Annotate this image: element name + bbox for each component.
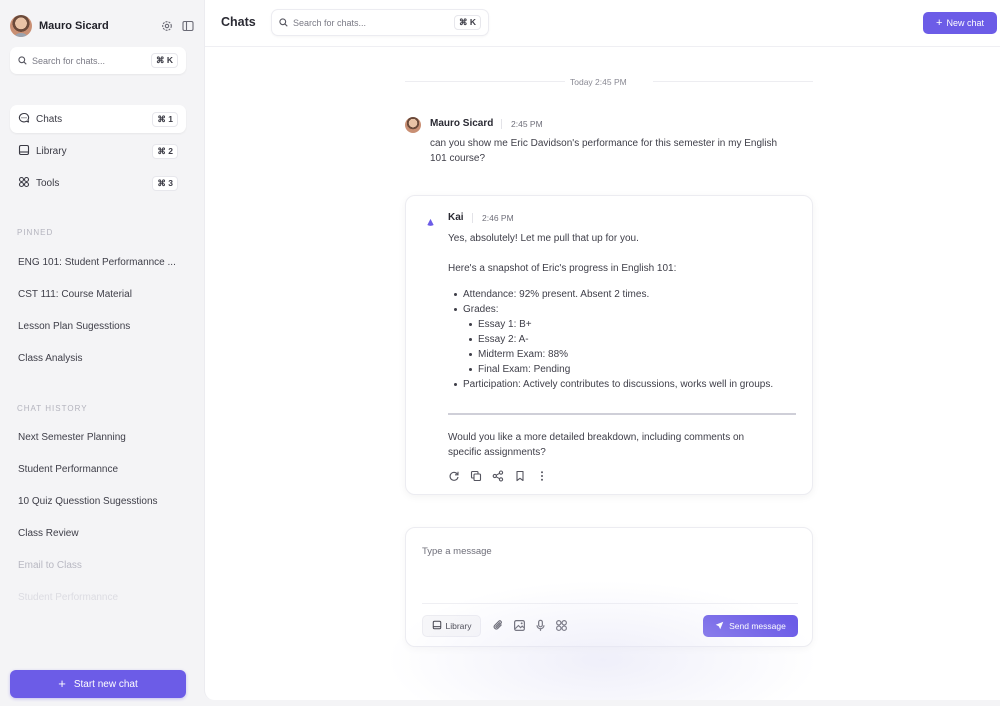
list-item: Essay 1: B+ (469, 319, 532, 330)
user-message-line: can you show me Eric Davidson's performa… (430, 138, 778, 149)
plus-icon: + (936, 16, 943, 29)
tools-grid-icon (18, 176, 30, 191)
main-panel: Chats Search for chats... ⌘ K + New chat… (204, 0, 1000, 700)
plus-icon: + (58, 676, 66, 691)
new-chat-label: New chat (946, 18, 984, 28)
list-item: Participation: Actively contributes to d… (453, 379, 774, 390)
microphone-icon[interactable] (534, 619, 547, 632)
send-message-button[interactable]: Send message (703, 615, 798, 637)
pinned-section-title: PINNED (17, 228, 54, 237)
message-actions (448, 469, 548, 482)
history-chat-item[interactable]: Email to Class (18, 560, 82, 571)
pinned-chat-item[interactable]: Lesson Plan Sugesstions (18, 321, 130, 332)
composer-divider (422, 603, 798, 604)
history-chat-item[interactable]: Student Performannce (18, 464, 118, 475)
library-icon (18, 144, 30, 159)
history-chat-item[interactable]: 10 Quiz Quesstion Sugesstions (18, 496, 158, 507)
assistant-message-time: 2:46 PM (472, 213, 514, 223)
chat-search-input[interactable]: Search for chats... ⌘ K (271, 9, 489, 36)
regenerate-icon[interactable] (448, 469, 460, 481)
copy-icon[interactable] (470, 469, 482, 482)
assistant-greeting: Yes, absolutely! Let me pull that up for… (448, 233, 639, 244)
pinned-chat-item[interactable]: ENG 101: Student Performannce ... (18, 257, 176, 268)
attachment-icon[interactable] (492, 619, 505, 632)
date-divider-right (653, 81, 813, 82)
message-divider (448, 413, 796, 415)
sidebar: Mauro Sicard Search for chats... ⌘ K Cha… (0, 0, 204, 706)
list-item: Grades: (454, 304, 499, 315)
list-item: Midterm Exam: 88% (468, 349, 569, 360)
list-item: Attendance: 92% present. Absent 2 times. (453, 289, 650, 300)
start-new-chat-label: Start new chat (73, 678, 138, 690)
pinned-chat-item[interactable]: Class Analysis (18, 353, 82, 364)
sidebar-item-label: Library (36, 145, 67, 157)
user-message-line: 101 course? (430, 153, 486, 164)
library-button[interactable]: Library (422, 615, 481, 637)
user-name: Mauro Sicard (430, 118, 494, 129)
search-placeholder: Search for chats... (32, 55, 106, 66)
search-icon (279, 14, 288, 32)
profile[interactable]: Mauro Sicard (10, 14, 194, 38)
date-divider-label: Today 2:45 PM (570, 77, 627, 87)
settings-icon[interactable] (161, 20, 173, 32)
bookmark-icon[interactable] (514, 469, 526, 482)
user-message: can you show me Eric Davidson's performa… (430, 136, 810, 166)
message-input[interactable]: Type a message (422, 546, 492, 557)
kai-logo-icon (426, 214, 435, 232)
profile-name: Mauro Sicard (39, 20, 109, 32)
sidebar-item-library[interactable]: Library ⌘ 2 (10, 137, 186, 165)
top-bar: Chats Search for chats... ⌘ K + New chat (205, 0, 1000, 47)
tools-grid-icon[interactable] (555, 619, 568, 632)
date-divider-left (405, 81, 565, 82)
history-chat-item[interactable]: Next Semester Planning (18, 432, 126, 443)
search-shortcut: ⌘ K (151, 53, 178, 68)
assistant-name: Kai (448, 212, 464, 223)
shortcut-badge: ⌘ 2 (152, 143, 178, 159)
search-placeholder: Search for chats... (293, 17, 367, 28)
image-icon[interactable] (513, 619, 526, 632)
search-shortcut: ⌘ K (454, 15, 481, 30)
shortcut-badge: ⌘ 1 (152, 111, 178, 127)
history-section-title: CHAT HISTORY (17, 404, 88, 413)
more-options-icon[interactable] (536, 469, 548, 481)
sidebar-item-label: Chats (36, 113, 63, 125)
search-icon (18, 52, 27, 70)
assistant-message-card: Kai 2:46 PM Yes, absolutely! Let me pull… (405, 195, 813, 495)
user-message-time: 2:45 PM (501, 119, 543, 129)
message-composer[interactable]: Type a message Library Send message (405, 527, 813, 647)
shortcut-badge: ⌘ 3 (152, 175, 178, 191)
avatar[interactable] (10, 15, 32, 37)
sidebar-item-tools[interactable]: Tools ⌘ 3 (10, 169, 186, 197)
list-item: Final Exam: Pending (468, 364, 571, 375)
send-icon (715, 621, 724, 632)
sidebar-item-label: Tools (36, 177, 60, 189)
sidebar-toggle-icon[interactable] (182, 20, 194, 32)
start-new-chat-button[interactable]: + Start new chat (10, 670, 186, 698)
history-chat-item[interactable]: Student Performannce (18, 592, 118, 603)
history-chat-item[interactable]: Class Review (18, 528, 79, 539)
list-item: Essay 2: A- (469, 334, 529, 345)
library-icon (432, 620, 442, 632)
sidebar-item-chats[interactable]: Chats ⌘ 1 (10, 105, 186, 133)
assistant-intro: Here's a snapshot of Eric's progress in … (448, 263, 677, 274)
share-icon[interactable] (492, 469, 504, 482)
library-button-label: Library (445, 621, 472, 631)
user-avatar (405, 117, 421, 133)
send-message-label: Send message (729, 621, 786, 631)
assistant-followup: specific assignments? (448, 447, 546, 458)
new-chat-button[interactable]: + New chat (923, 12, 997, 34)
page-title: Chats (221, 15, 256, 29)
pinned-chat-item[interactable]: CST 111: Course Material (18, 289, 132, 300)
sidebar-search-input[interactable]: Search for chats... ⌘ K (10, 47, 186, 74)
assistant-followup: Would you like a more detailed breakdown… (448, 432, 745, 443)
chat-bubble-icon (18, 112, 30, 127)
